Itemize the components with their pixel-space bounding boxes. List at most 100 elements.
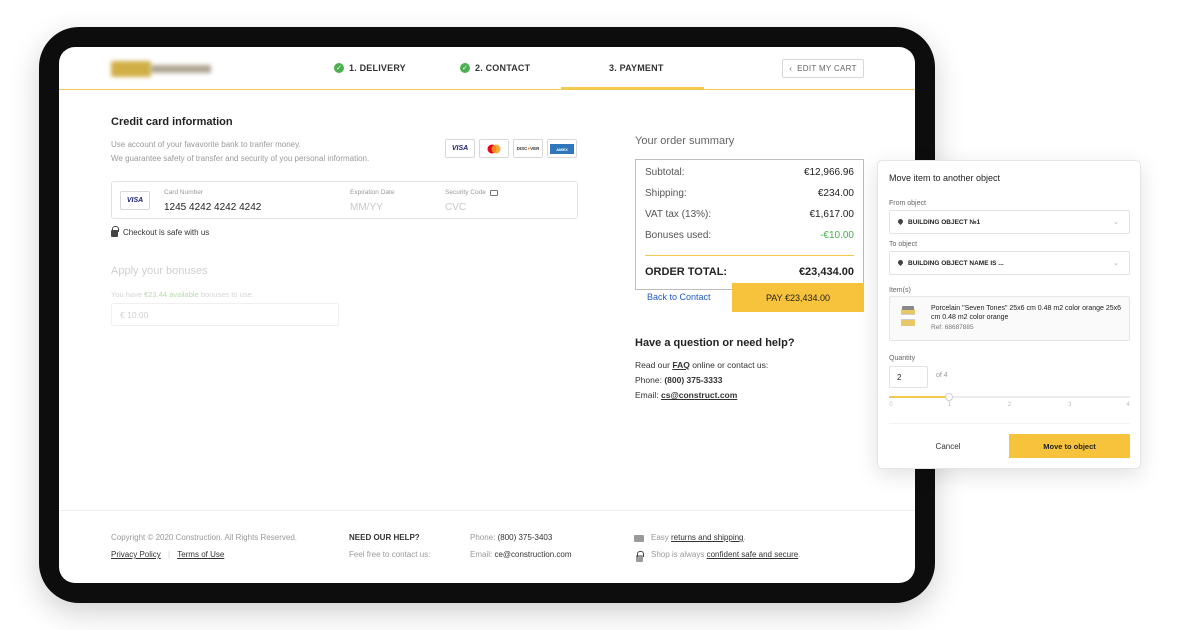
terms-link[interactable]: Terms of Use <box>177 550 224 559</box>
help-text: online or contact us: <box>689 360 769 370</box>
footer-email-value[interactable]: ce@construction.com <box>494 550 571 559</box>
returns-period: . <box>743 533 746 542</box>
chevron-down-icon: ⌄ <box>1113 219 1119 226</box>
check-icon: ✓ <box>334 63 344 73</box>
faq-link[interactable]: FAQ <box>672 360 689 370</box>
summary-row-shipping: Shipping: €234.00 <box>645 188 854 199</box>
location-pin-icon <box>898 219 903 226</box>
slider-tick-label: 0 <box>889 402 893 408</box>
checkout-screen: ✓ 1. DELIVERY ✓ 2. CONTACT 3. PAYMENT ‹ … <box>59 47 915 583</box>
chevron-down-icon: ⌄ <box>1113 260 1119 267</box>
bonuses-text-after: bonuses to use. <box>198 290 254 299</box>
card-number-input[interactable]: 1245 4242 4242 4242 <box>164 202 261 213</box>
help-phone-label: Phone: <box>635 375 665 385</box>
order-total-value: €23,434.00 <box>798 266 854 278</box>
brand-logo[interactable] <box>111 61 215 77</box>
security-code-label-wrap: Security Code <box>445 189 498 196</box>
to-object-label: To object <box>889 241 918 248</box>
quantity-of-total: of 4 <box>936 372 948 379</box>
mastercard-icon <box>479 139 509 158</box>
amex-icon: AMEX <box>547 139 577 158</box>
order-summary-box: Subtotal: €12,966.96 Shipping: €234.00 VAT… <box>635 159 864 290</box>
payment-description-2: We guarantee safety of transfer and secu… <box>111 154 370 163</box>
from-object-label: From object <box>889 200 926 207</box>
help-email-link[interactable]: cs@construct.com <box>661 390 737 400</box>
secure-period: . <box>798 550 801 559</box>
summary-row-subtotal: Subtotal: €12,966.96 <box>645 167 854 178</box>
step-payment[interactable]: 3. PAYMENT <box>609 63 664 73</box>
slider-tick-label: 2 <box>1007 402 1012 408</box>
lock-icon <box>636 551 644 562</box>
privacy-policy-link[interactable]: Privacy Policy <box>111 550 161 559</box>
tablet-frame: ✓ 1. DELIVERY ✓ 2. CONTACT 3. PAYMENT ‹ … <box>39 27 935 603</box>
pay-button[interactable]: PAY €23,434.00 <box>732 283 864 312</box>
card-info-icon[interactable] <box>489 189 498 196</box>
summary-row-vat: VAT tax (13%): €1,617.00 <box>645 209 854 220</box>
step-delivery[interactable]: ✓ 1. DELIVERY <box>334 63 406 73</box>
slider-tick-label: 4 <box>1126 402 1130 408</box>
order-total-row: ORDER TOTAL: €23,434.00 <box>645 266 854 278</box>
expiry-input[interactable]: MM/YY <box>350 202 383 213</box>
footer-phone-value[interactable]: (800) 375-3403 <box>498 533 553 542</box>
move-item-modal: Move item to another object From object … <box>877 160 1141 469</box>
summary-label: Bonuses used: <box>645 230 712 241</box>
secure-prefix: Shop is always <box>651 550 707 559</box>
footer-legal-links: Privacy Policy | Terms of Use <box>111 550 224 559</box>
truck-icon <box>634 535 644 542</box>
to-object-value: BUILDING OBJECT NAME IS ... <box>908 259 1004 267</box>
credit-card-title: Credit card information <box>111 116 233 128</box>
page-footer: Copyright © 2020 Construction. All Right… <box>59 510 915 583</box>
edit-cart-button[interactable]: ‹ EDIT MY CART <box>782 59 864 78</box>
bonuses-amount: €23.44 available <box>144 290 199 299</box>
slider-tick-label: 1 <box>947 402 951 408</box>
checkout-header: ✓ 1. DELIVERY ✓ 2. CONTACT 3. PAYMENT ‹ … <box>59 47 915 90</box>
contact-text: Feel free to contact us: <box>349 550 431 559</box>
bonuses-text-before: You have <box>111 290 145 299</box>
cancel-button[interactable]: Cancel <box>918 434 978 458</box>
modal-title: Move item to another object <box>889 173 1001 183</box>
order-summary-title: Your order summary <box>635 135 735 147</box>
move-to-object-button[interactable]: Move to object <box>1009 434 1130 458</box>
help-faq-line: Read our FAQ online or contact us: <box>635 360 768 370</box>
back-to-contact-link[interactable]: Back to Contact <box>647 292 711 302</box>
help-email-label: Email: <box>635 390 661 400</box>
bonus-amount-input[interactable]: € 10.00 <box>111 303 339 326</box>
security-code-input[interactable]: CVC <box>445 202 466 213</box>
item-card: Porcelain "Seven Tones" 25x6 cm 0.48 m2 … <box>889 296 1130 341</box>
help-email-line: Email: cs@construct.com <box>635 390 737 400</box>
footer-email-label: Email: <box>470 550 495 559</box>
card-number-label: Card Number <box>164 189 204 196</box>
returns-link[interactable]: returns and shipping <box>671 533 744 542</box>
to-object-select[interactable]: BUILDING OBJECT NAME IS ... ⌄ <box>889 251 1130 275</box>
expiry-label: Expiration Date <box>350 189 395 196</box>
help-phone[interactable]: (800) 375-3333 <box>664 375 722 385</box>
footer-separator: | <box>168 550 171 559</box>
accepted-cards: VISA DISC ● VER AMEX <box>445 139 577 158</box>
summary-value: €1,617.00 <box>809 209 855 220</box>
from-object-value: BUILDING OBJECT №1 <box>908 218 981 226</box>
quantity-input[interactable]: 2 <box>889 366 928 388</box>
copyright: Copyright © 2020 Construction. All Right… <box>111 533 297 542</box>
slider-handle[interactable] <box>945 393 954 401</box>
summary-label: Subtotal: <box>645 167 685 178</box>
from-object-select[interactable]: BUILDING OBJECT №1 ⌄ <box>889 210 1130 234</box>
safe-checkout-text: Checkout is safe with us <box>123 228 210 237</box>
location-pin-icon <box>898 260 903 267</box>
bonuses-text: You have €23.44 available bonuses to use… <box>111 290 254 299</box>
safe-checkout-note: Checkout is safe with us <box>111 226 210 237</box>
footer-phone: Phone: (800) 375-3403 <box>470 533 552 542</box>
logo-wordmark <box>151 65 211 73</box>
help-text: Read our <box>635 360 673 370</box>
quantity-slider[interactable] <box>889 393 1130 401</box>
chevron-left-icon: ‹ <box>789 64 793 73</box>
security-code-label: Security Code <box>445 189 486 196</box>
step-contact[interactable]: ✓ 2. CONTACT <box>460 63 530 73</box>
lock-icon <box>111 226 119 237</box>
summary-row-bonuses: Bonuses used: -€10.00 <box>645 230 854 241</box>
card-type-badge: VISA <box>120 191 150 210</box>
step-payment-label: 3. PAYMENT <box>609 63 664 73</box>
returns-note: Easy returns and shipping. <box>651 533 746 542</box>
card-details-box: VISA Card Number 1245 4242 4242 4242 Exp… <box>111 181 578 219</box>
secure-link[interactable]: confident safe and secure <box>707 550 799 559</box>
help-title: Have a question or need help? <box>635 337 795 349</box>
